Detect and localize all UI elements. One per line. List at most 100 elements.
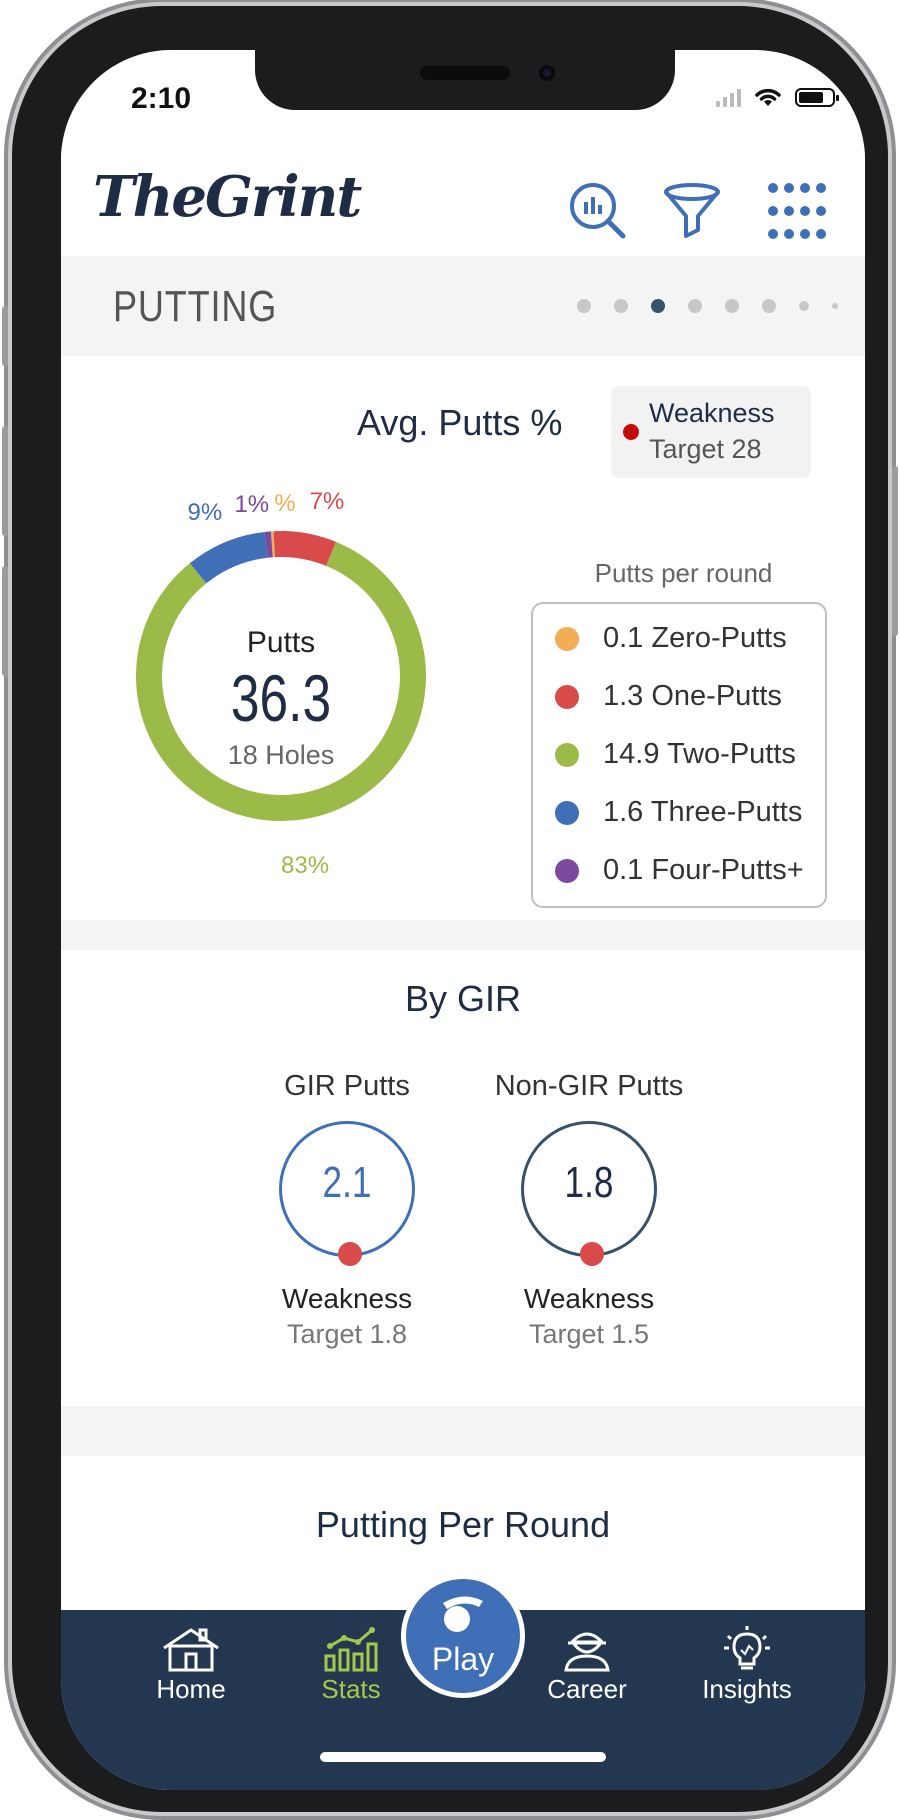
tab-home-label: Home	[156, 1674, 226, 1704]
non-gir-putts-value: 1.8	[564, 1158, 614, 1207]
legend-item-one-putts: 1.3 One-Putts	[555, 680, 782, 713]
page-dot[interactable]	[799, 301, 809, 311]
avg-putts-card: Avg. Putts % Weakness Target 28 % 7% 83% 9%…	[61, 356, 865, 908]
tab-stats-label: Stats	[321, 1674, 381, 1704]
page-dot[interactable]	[832, 303, 838, 309]
section-divider	[61, 920, 865, 950]
section-title: PUTTING	[113, 282, 278, 331]
play-label: Play	[431, 1641, 495, 1677]
legend-dot	[555, 626, 579, 651]
golfer-avatar-icon	[564, 1632, 610, 1672]
page-dot[interactable]	[577, 299, 591, 313]
weakness-marker-icon	[580, 1242, 604, 1266]
legend-label: 1.3 One-Putts	[603, 680, 782, 712]
donut-center-value: 36.3	[230, 661, 332, 735]
page-dot[interactable]	[725, 299, 739, 313]
bottom-tab-bar: Home Stats Play Career Insights	[61, 1574, 865, 1790]
legend-item-four-putts: 0.1 Four-Putts+	[555, 854, 804, 887]
section-divider	[61, 1406, 865, 1456]
by-gir-card: By GIR GIR Putts 2.1 Weakness Target 1.8…	[61, 950, 865, 1400]
earpiece-speaker	[420, 66, 510, 80]
gir-putts-label: GIR Putts	[284, 1070, 410, 1102]
volume-down-button	[2, 566, 8, 676]
page-indicator[interactable]	[577, 299, 838, 313]
donut-segment-one-putts[interactable]	[273, 531, 336, 567]
donut-center-subtitle: 18 Holes	[227, 740, 335, 770]
putts-donut-chart[interactable]: % 7% 83% 9% 1% Putts 36.3 18 Holes	[101, 488, 461, 879]
phone-frame: 2:10 TheGrint PUTTING Avg. Putts % Weakn…	[2, 6, 898, 1812]
tab-insights[interactable]: Insights	[687, 1626, 807, 1705]
tab-career[interactable]: Career	[527, 1626, 647, 1705]
legend-item-zero-putts: 0.1 Zero-Putts	[555, 622, 787, 655]
legend-dot	[555, 684, 579, 709]
tab-career-label: Career	[547, 1674, 627, 1704]
play-button[interactable]: Play	[401, 1574, 525, 1698]
legend-dot	[555, 858, 579, 883]
donut-label-zero-putts: %	[274, 490, 296, 518]
legend-label: 0.1 Four-Putts+	[603, 854, 804, 886]
page-dot[interactable]	[688, 299, 702, 313]
avg-putts-title: Avg. Putts %	[357, 402, 563, 443]
stats-chart-icon	[324, 1627, 378, 1672]
by-gir-title: By GIR	[404, 978, 521, 1019]
home-icon	[163, 1628, 219, 1672]
gir-weakness-label: Weakness	[281, 1283, 413, 1314]
filter-icon[interactable]	[661, 180, 723, 242]
tab-home[interactable]: Home	[131, 1626, 251, 1705]
non-gir-putts-ring: 1.8	[521, 1121, 657, 1266]
tab-stats[interactable]: Stats	[291, 1626, 411, 1705]
non-gir-target: Target 1.5	[528, 1319, 650, 1349]
status-time: 2:10	[131, 82, 192, 115]
cellular-signal-icon	[716, 87, 741, 107]
page-dot[interactable]	[614, 299, 628, 313]
apps-grid-icon[interactable]	[765, 180, 827, 242]
tab-insights-label: Insights	[702, 1674, 792, 1704]
front-camera	[539, 65, 555, 81]
power-button	[892, 466, 898, 636]
putting-per-round-title: Putting Per Round	[315, 1504, 611, 1545]
app-header: TheGrint	[61, 146, 865, 256]
volume-up-button	[2, 426, 8, 536]
gir-target: Target 1.8	[286, 1319, 408, 1349]
donut-label-four-putts: 1%	[234, 490, 270, 518]
legend-label: 14.9 Two-Putts	[603, 738, 796, 770]
legend-dot	[555, 800, 579, 825]
donut-label-two-putts: 83%	[280, 852, 330, 880]
legend-caption: Putts per round	[594, 558, 773, 588]
status-icons	[716, 86, 839, 108]
weakness-marker-icon	[338, 1242, 362, 1266]
thegrint-logo[interactable]: TheGrint	[93, 164, 362, 230]
donut-center-title: Putts	[246, 626, 316, 659]
weakness-badge: Weakness Target 28	[611, 386, 811, 478]
non-gir-putts-stat[interactable]: Non-GIR Putts 1.8 Weakness Target 1.5	[469, 1070, 709, 1350]
wifi-icon	[755, 88, 781, 106]
weakness-target: Target 28	[649, 434, 762, 464]
non-gir-weakness-label: Weakness	[523, 1283, 655, 1314]
weakness-dot-icon	[623, 424, 639, 440]
donut-segment-three-putts[interactable]	[189, 531, 268, 584]
mute-switch	[2, 306, 8, 366]
weakness-label: Weakness	[649, 398, 775, 428]
app-screen: 2:10 TheGrint PUTTING Avg. Putts % Weakn…	[61, 50, 865, 1790]
gir-putts-stat[interactable]: GIR Putts 2.1 Weakness Target 1.8	[227, 1070, 467, 1350]
page-dot[interactable]	[762, 299, 776, 313]
page-dot-active[interactable]	[651, 299, 665, 313]
putts-legend: 0.1 Zero-Putts 1.3 One-Putts 14.9 Two-Pu…	[531, 602, 827, 908]
donut-label-one-putts: 7%	[309, 488, 345, 516]
donut-segment-four-putts[interactable]	[264, 531, 273, 558]
gir-putts-ring: 2.1	[279, 1121, 415, 1266]
notch	[255, 50, 675, 110]
non-gir-putts-label: Non-GIR Putts	[494, 1070, 684, 1102]
legend-dot	[555, 742, 579, 767]
legend-item-three-putts: 1.6 Three-Putts	[555, 796, 802, 829]
section-header: PUTTING	[61, 256, 865, 356]
home-indicator[interactable]	[320, 1752, 606, 1762]
legend-item-two-putts: 14.9 Two-Putts	[555, 738, 796, 771]
stats-search-icon[interactable]	[567, 180, 629, 242]
battery-icon	[795, 87, 839, 107]
donut-label-three-putts: 9%	[187, 498, 223, 526]
legend-label: 0.1 Zero-Putts	[603, 622, 787, 654]
golf-ball-club-icon	[443, 1596, 483, 1632]
legend-label: 1.6 Three-Putts	[603, 796, 803, 828]
lightbulb-icon	[724, 1626, 770, 1670]
